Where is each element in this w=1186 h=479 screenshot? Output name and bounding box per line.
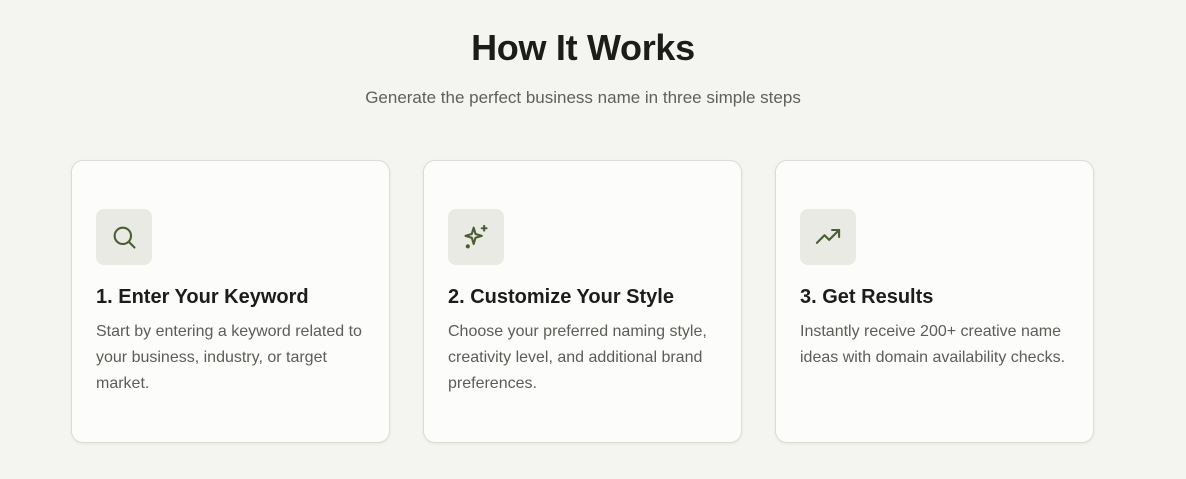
section-subtitle: Generate the perfect business name in th… — [365, 88, 801, 107]
trending-up-icon — [800, 209, 856, 265]
how-it-works-section: How It Works Generate the perfect busine… — [0, 0, 1186, 479]
search-icon — [96, 209, 152, 265]
step-card-keyword: 1. Enter Your Keyword Start by entering … — [71, 160, 390, 443]
step-card-customize: 2. Customize Your Style Choose your pref… — [423, 160, 742, 443]
steps-list: 1. Enter Your Keyword Start by entering … — [71, 160, 1094, 443]
step-description: Instantly receive 200+ creative name ide… — [800, 323, 1066, 366]
section-title: How It Works — [471, 27, 695, 68]
sparkles-icon — [448, 209, 504, 265]
step-title: 3. Get Results — [800, 286, 934, 308]
step-title: 2. Customize Your Style — [448, 286, 674, 308]
step-title: 1. Enter Your Keyword — [96, 286, 309, 308]
step-description: Choose your preferred naming style, crea… — [448, 323, 707, 392]
step-card-results: 3. Get Results Instantly receive 200+ cr… — [775, 160, 1094, 443]
step-description: Start by entering a keyword related to y… — [96, 323, 362, 392]
